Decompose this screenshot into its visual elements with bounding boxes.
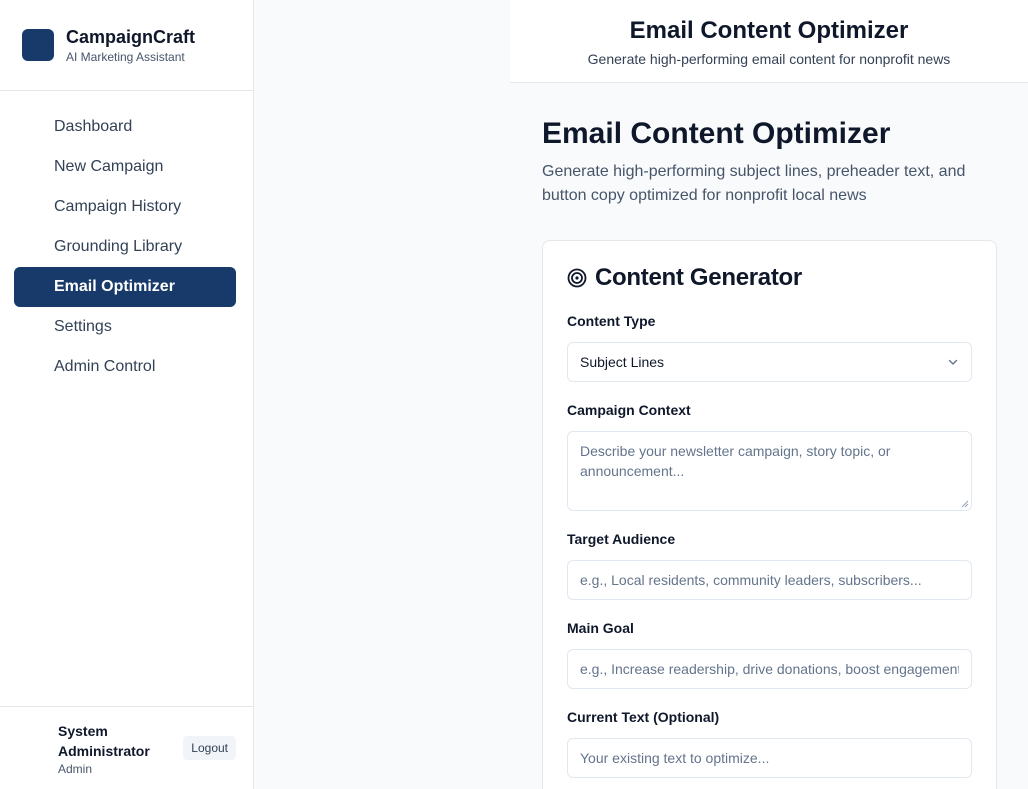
resize-handle-icon[interactable]	[961, 500, 969, 508]
target-audience-field: Target Audience e.g., Local residents, c…	[567, 529, 972, 600]
header-subtitle: Generate high-performing email content f…	[587, 51, 951, 67]
target-audience-input[interactable]: e.g., Local residents, community leaders…	[567, 560, 972, 600]
brand-subtitle: AI Marketing Assistant	[66, 50, 185, 64]
content-type-select[interactable]: Subject Lines	[567, 342, 972, 382]
header-title: Email Content Optimizer	[629, 17, 909, 44]
sidebar-item-email-optimizer[interactable]: Email Optimizer	[14, 267, 236, 307]
user-name: System Administrator	[58, 722, 150, 759]
campaign-context-label: Campaign Context	[567, 402, 691, 418]
sidebar-item-new-campaign[interactable]: New Campaign	[14, 147, 236, 187]
page-title: Email Content Optimizer	[542, 117, 891, 150]
brand-name: CampaignCraft	[66, 27, 196, 47]
sidebar-item-grounding-library[interactable]: Grounding Library	[14, 227, 236, 267]
brand-logo	[22, 29, 54, 61]
content-generator-card: Content Generator Content Type Subject L…	[542, 240, 997, 789]
sidebar-item-settings[interactable]: Settings	[14, 307, 236, 347]
current-text-placeholder: Your existing text to optimize...	[580, 750, 770, 766]
main-goal-input[interactable]: e.g., Increase readership, drive donatio…	[567, 649, 972, 689]
user-info: System Administrator Admin	[58, 721, 183, 776]
main-goal-placeholder: e.g., Increase readership, drive donatio…	[580, 661, 959, 677]
target-icon	[567, 268, 587, 288]
target-audience-placeholder: e.g., Local residents, community leaders…	[580, 572, 922, 588]
current-text-input[interactable]: Your existing text to optimize...	[567, 738, 972, 778]
content-type-value: Subject Lines	[580, 354, 665, 370]
campaign-context-field: Campaign Context Describe your newslette…	[567, 400, 972, 511]
sidebar-item-dashboard[interactable]: Dashboard	[14, 107, 236, 147]
main-goal-label: Main Goal	[567, 620, 634, 636]
main-goal-field: Main Goal e.g., Increase readership, dri…	[567, 618, 972, 689]
user-role: Admin	[58, 761, 93, 776]
top-header: Email Content Optimizer Generate high-pe…	[510, 0, 1028, 83]
current-text-field: Current Text (Optional) Your existing te…	[567, 707, 972, 778]
page-description: Generate high-performing subject lines, …	[542, 163, 966, 204]
content-type-field: Content Type Subject Lines	[567, 311, 972, 382]
chevron-down-icon	[948, 359, 958, 365]
brand: CampaignCraft AI Marketing Assistant	[0, 0, 253, 91]
card-header: Content Generator	[567, 263, 972, 293]
sidebar-item-admin-control[interactable]: Admin Control	[14, 347, 236, 387]
target-audience-label: Target Audience	[567, 531, 676, 547]
sidebar: CampaignCraft AI Marketing Assistant Das…	[0, 0, 254, 789]
current-text-label: Current Text (Optional)	[567, 709, 720, 725]
main-content: Email Content Optimizer Generate high-pe…	[542, 116, 998, 789]
sidebar-item-campaign-history[interactable]: Campaign History	[14, 187, 236, 227]
content-type-label: Content Type	[567, 313, 656, 329]
logout-button[interactable]: Logout	[183, 736, 236, 760]
campaign-context-textarea[interactable]: Describe your newsletter campaign, story…	[567, 431, 972, 511]
sidebar-nav: Dashboard New Campaign Campaign History …	[0, 91, 253, 387]
user-panel: System Administrator Admin Logout	[0, 706, 253, 789]
campaign-context-placeholder: Describe your newsletter campaign, story…	[580, 443, 891, 479]
card-title: Content Generator	[595, 264, 802, 291]
